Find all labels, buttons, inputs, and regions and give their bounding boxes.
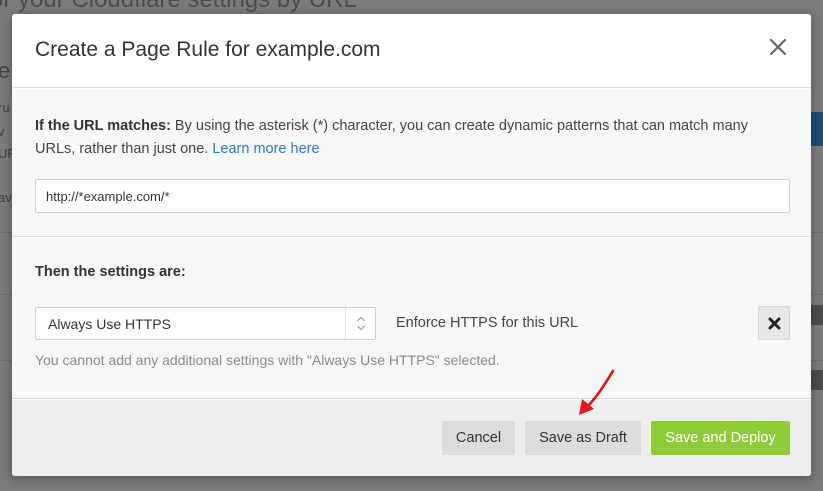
settings-title: Then the settings are: (35, 264, 186, 280)
setting-description: Enforce HTTPS for this URL (396, 315, 579, 331)
background-fragment: e (0, 58, 11, 83)
url-pattern-input[interactable] (35, 179, 790, 213)
x-icon (768, 317, 781, 330)
background-fragment: av (0, 190, 12, 205)
background-fragment: ru (0, 100, 10, 115)
setting-select[interactable]: Always Use HTTPS (35, 307, 376, 340)
background-heading: or your Cloudflare settings by URL (0, 0, 357, 14)
select-arrows-icon (345, 308, 375, 339)
close-icon[interactable] (767, 36, 789, 58)
url-match-description: If the URL matches: By using the asteris… (35, 115, 775, 161)
save-as-draft-button[interactable]: Save as Draft (525, 421, 641, 455)
url-match-section: If the URL matches: By using the asteris… (12, 89, 811, 237)
background-handle (811, 305, 823, 325)
modal-header: Create a Page Rule for example.com (12, 14, 811, 88)
learn-more-link[interactable]: Learn more here (212, 141, 319, 157)
settings-section: Then the settings are: Always Use HTTPS … (12, 238, 811, 399)
cancel-button[interactable]: Cancel (442, 421, 515, 455)
save-and-deploy-button[interactable]: Save and Deploy (651, 421, 790, 455)
red-arrow-annotation (579, 369, 615, 415)
background-button (809, 112, 823, 146)
background-fragment: v (0, 124, 5, 139)
modal-title: Create a Page Rule for example.com (35, 38, 381, 61)
background-handle (811, 370, 823, 390)
remove-setting-button[interactable] (758, 306, 790, 340)
setting-select-value: Always Use HTTPS (48, 316, 171, 332)
modal-footer: Cancel Save as Draft Save and Deploy (12, 400, 811, 476)
page-rule-modal: Create a Page Rule for example.com If th… (12, 14, 811, 476)
url-match-label: If the URL matches: (35, 118, 171, 134)
setting-note: You cannot add any additional settings w… (35, 352, 500, 368)
